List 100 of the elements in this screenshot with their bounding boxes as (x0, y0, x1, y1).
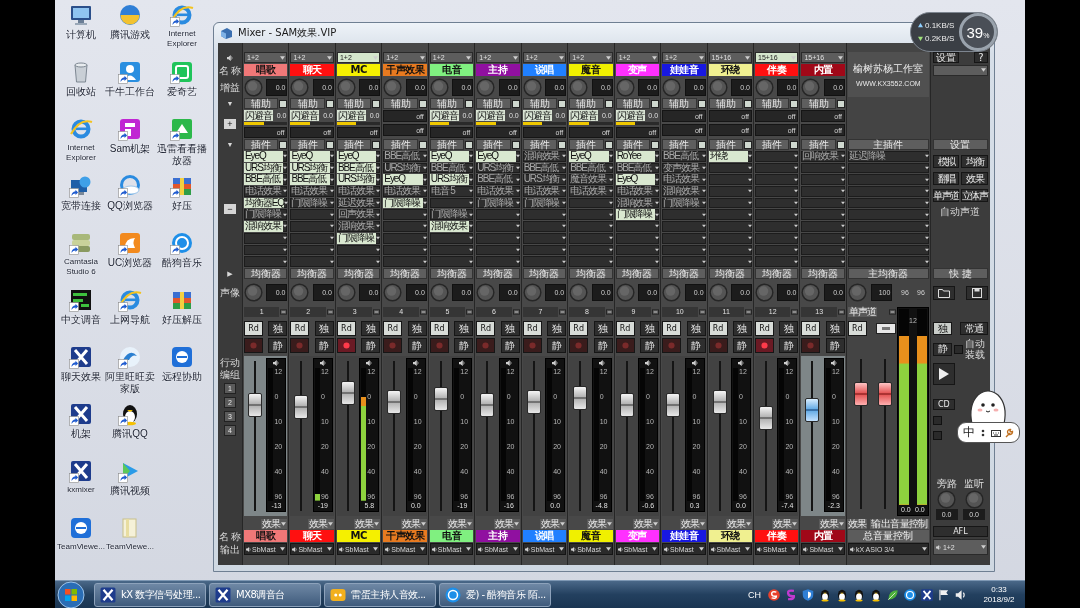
plugin-slot[interactable]: EyeQ (476, 151, 520, 162)
send-level-track[interactable] (476, 122, 520, 125)
plugin-slot[interactable] (429, 197, 474, 209)
minus-icon[interactable] (745, 309, 752, 315)
eq-header-button[interactable]: 均衡器 (615, 268, 660, 279)
minus-icon[interactable] (837, 309, 845, 315)
plugin-slot[interactable]: BBE高低 (522, 162, 567, 174)
plugin-slot[interactable] (662, 209, 706, 221)
channel-name[interactable]: 娃娃音 (662, 530, 706, 542)
aux-toggle[interactable] (558, 99, 567, 108)
send-tag[interactable]: 闪避音 (522, 110, 552, 121)
gain-knob[interactable] (244, 77, 263, 97)
pan-knob[interactable] (569, 283, 589, 302)
desktop-shortcut[interactable]: TeamViewe... (106, 516, 154, 552)
plugin-slot[interactable] (755, 162, 799, 174)
plugin-slot[interactable] (755, 221, 799, 232)
fader-thumb[interactable] (854, 381, 869, 406)
solo-button[interactable]: 独 (932, 322, 952, 335)
plugin-slot[interactable] (522, 244, 567, 256)
aux-header-button[interactable]: 辅助 (801, 98, 836, 109)
effect-button[interactable]: 效果 (261, 518, 288, 529)
effect-button[interactable]: 效果 (307, 518, 334, 529)
aux-toggle[interactable] (511, 99, 520, 108)
plugin-slot[interactable] (569, 256, 613, 267)
plugin-slot[interactable]: BBE高低 (244, 174, 288, 186)
aux-header-button[interactable]: 辅助 (429, 98, 465, 109)
aux-header-button[interactable]: 辅助 (383, 98, 418, 109)
desktop-shortcut[interactable]: 腾讯视频 (110, 459, 150, 497)
effect-button[interactable]: 效果 (493, 518, 520, 529)
checkbox[interactable] (953, 344, 963, 354)
mode-button[interactable]: 单声道 (932, 189, 960, 202)
plugin-slot[interactable] (847, 186, 929, 197)
desktop-shortcut[interactable]: Sam机架 (109, 117, 151, 155)
output-volume-button[interactable]: 输出音量控制 (870, 518, 929, 529)
plugin-slot[interactable]: URS均衡 (522, 174, 567, 186)
send-tag[interactable]: 闪避音 (476, 110, 506, 121)
plugin-header-button[interactable]: 插件 (801, 139, 836, 150)
plugin-header-button[interactable]: 插件 (662, 139, 697, 150)
plugin-slot[interactable] (336, 256, 381, 267)
pan-knob[interactable] (244, 283, 263, 302)
mute-button[interactable]: 静 (361, 338, 381, 353)
desktop-shortcut[interactable]: QQ浏览器 (107, 174, 153, 212)
desktop-shortcut[interactable]: Internet Explorer (156, 3, 208, 49)
desktop-shortcut[interactable]: 好压 (170, 174, 194, 212)
master-plugin-header[interactable]: 主插件 (847, 139, 929, 150)
desktop-shortcut[interactable]: 千牛工作台 (105, 60, 155, 98)
plugin-slot[interactable] (755, 197, 799, 209)
plugin-slot[interactable] (615, 256, 660, 267)
fader-thumb[interactable] (666, 392, 681, 417)
channel-name[interactable]: 干声效果 (383, 530, 427, 542)
fader-thumb[interactable] (573, 386, 588, 411)
effect-button[interactable]: 效果 (772, 518, 799, 529)
plugin-slot[interactable] (755, 186, 799, 197)
plugin-header-button[interactable]: 插件 (383, 139, 418, 150)
plugin-slot[interactable]: BBE高低 (290, 174, 334, 186)
solo-button[interactable]: 独 (268, 321, 288, 336)
plugin-slot[interactable]: 均衡器EQ (244, 197, 288, 209)
eq-header-button[interactable]: 均衡器 (522, 268, 567, 279)
plugin-header-button[interactable]: 插件 (290, 139, 325, 150)
fader-thumb[interactable] (387, 389, 402, 414)
plugin-slot[interactable]: URS均衡 (429, 174, 474, 186)
plugin-slot[interactable]: URS均衡 (244, 162, 288, 174)
send-level-track[interactable] (290, 122, 334, 125)
plugin-slot[interactable] (847, 232, 929, 244)
plugin-slot[interactable]: 门限降噪 (662, 197, 706, 209)
mute-button[interactable]: 静 (593, 338, 613, 353)
channel-name[interactable]: 伴奏 (755, 64, 799, 76)
desktop-shortcut[interactable]: 腾讯QQ (112, 402, 148, 440)
checkbox[interactable] (932, 416, 942, 425)
desktop-shortcut[interactable]: 计算机 (66, 3, 96, 41)
plugin-slot[interactable] (847, 244, 929, 256)
add-button[interactable]: + (224, 119, 236, 129)
plugin-slot[interactable] (290, 256, 334, 267)
desktop-shortcut[interactable]: 酷狗音乐 (162, 231, 202, 269)
mute-button[interactable]: 静 (268, 338, 288, 353)
plugin-slot[interactable]: BBE高低 (569, 162, 613, 174)
minus-icon[interactable] (698, 309, 706, 315)
eq-header-button[interactable]: 均衡器 (429, 268, 474, 279)
plugin-slot[interactable] (290, 232, 334, 244)
plugin-slot[interactable] (801, 232, 845, 244)
plugin-toggle[interactable] (465, 140, 474, 149)
eq-header-button[interactable]: 均衡器 (569, 268, 613, 279)
effect-button[interactable]: 效果 (586, 518, 613, 529)
aux-toggle[interactable] (651, 99, 660, 108)
pan-knob[interactable] (615, 283, 635, 302)
minus-icon[interactable] (888, 309, 896, 315)
plugin-slot[interactable] (522, 256, 567, 267)
plugin-slot[interactable] (336, 244, 381, 256)
pan-knob[interactable] (476, 283, 496, 302)
plugin-header-button[interactable]: 插件 (476, 139, 511, 150)
channel-name[interactable]: 说唱 (522, 530, 567, 542)
channel-name[interactable]: 唱歌 (244, 64, 288, 76)
plugin-slot[interactable]: 门限降噪 (522, 197, 567, 209)
mute-button[interactable]: 静 (686, 338, 706, 353)
read-button[interactable]: Rd (429, 321, 449, 336)
eq-header-button[interactable]: 均衡器 (476, 268, 520, 279)
plugin-slot[interactable]: 变声效果 (662, 162, 706, 174)
solo-button[interactable]: 独 (686, 321, 706, 336)
aux-header-button[interactable]: 辅助 (244, 98, 279, 109)
plugin-slot[interactable] (708, 232, 752, 244)
